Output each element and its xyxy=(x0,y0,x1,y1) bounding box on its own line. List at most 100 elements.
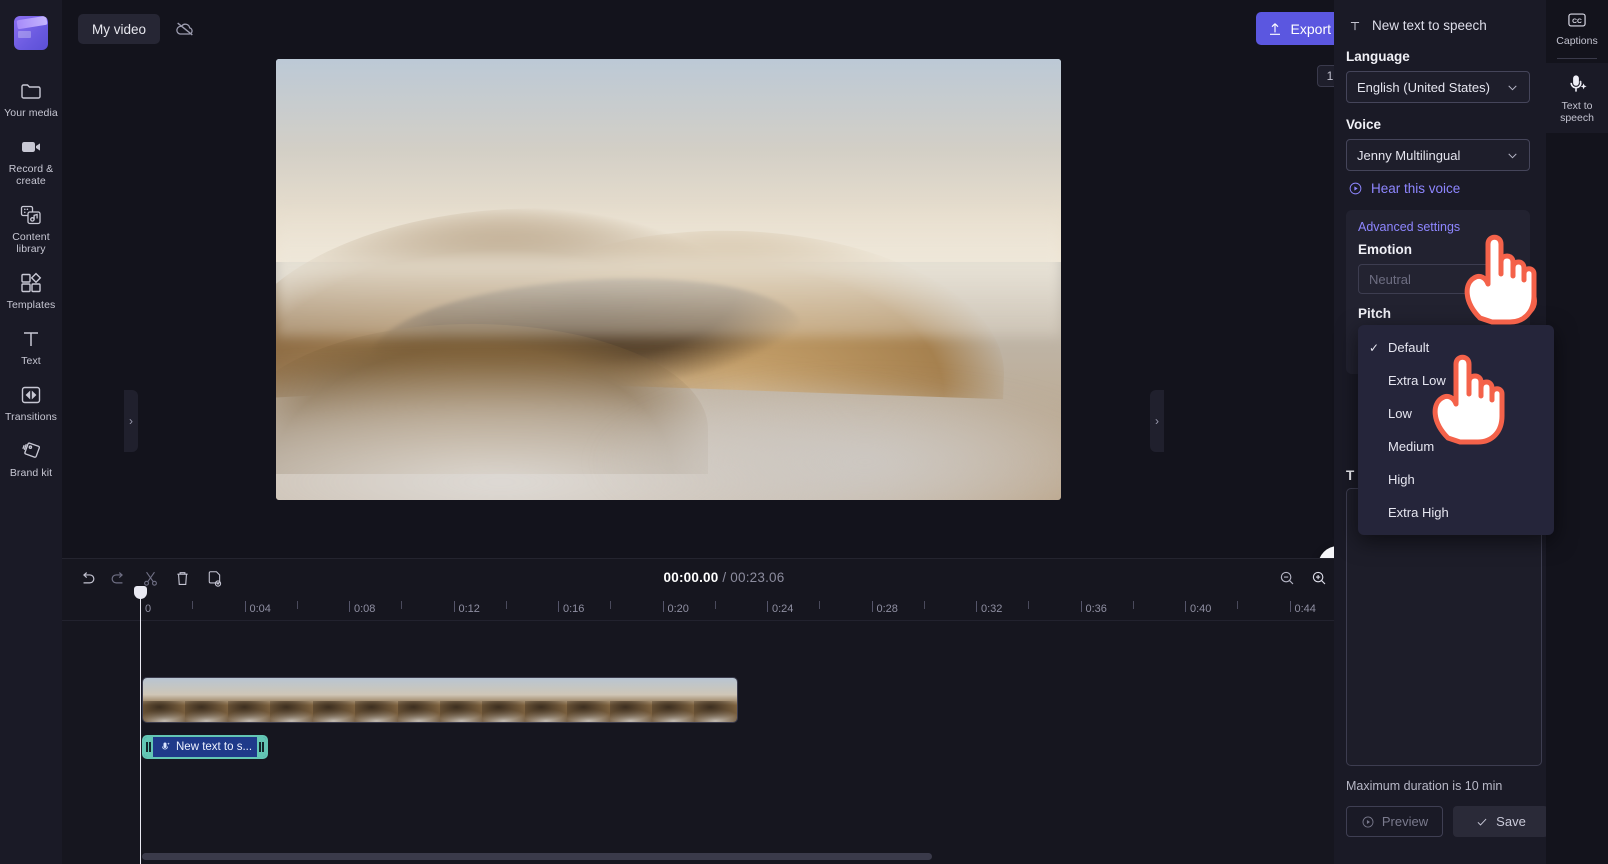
pitch-option[interactable]: High xyxy=(1358,463,1554,496)
clip-trim-handle-right[interactable] xyxy=(257,737,266,757)
sidebar-item-transitions[interactable]: Transitions xyxy=(0,376,62,429)
pitch-option[interactable]: ✓ Default xyxy=(1358,331,1554,364)
video-preview-stage: 16:9 xyxy=(62,57,1386,558)
save-button[interactable]: Save xyxy=(1453,806,1548,837)
timeline-tts-clip[interactable]: New text to s... xyxy=(142,735,268,759)
ruler-tick xyxy=(767,601,768,612)
sidebar-item-text[interactable]: Text xyxy=(0,320,62,373)
ruler-tick-minor xyxy=(505,601,507,609)
clip-label: New text to s... xyxy=(176,741,253,753)
ruler-tick-minor xyxy=(819,601,821,609)
voice-select[interactable]: Jenny Multilingual xyxy=(1346,139,1530,171)
emotion-label: Emotion xyxy=(1358,242,1412,257)
project-name-button[interactable]: My video xyxy=(78,14,161,44)
panel-header: New text to speech xyxy=(1348,18,1530,33)
advanced-settings-link[interactable]: Advanced settings xyxy=(1358,220,1518,234)
ruler-tick xyxy=(349,601,350,612)
text-t-icon xyxy=(1348,19,1362,33)
voice-label: Voice xyxy=(1346,117,1382,132)
hear-this-voice-button[interactable]: Hear this voice xyxy=(1348,181,1530,196)
play-circle-icon xyxy=(1348,181,1363,196)
check-icon: ✓ xyxy=(1368,340,1380,355)
rail-item-label: Text to speech xyxy=(1560,100,1594,124)
ruler-tick xyxy=(1289,601,1291,612)
pitch-option[interactable]: Low xyxy=(1358,397,1554,430)
total-time: 00:23.06 xyxy=(730,570,785,585)
time-separator: / xyxy=(722,570,727,585)
ruler-tick-label: 0:04 xyxy=(249,603,271,615)
sidebar-item-record-create[interactable]: Record & create xyxy=(0,128,62,193)
sidebar-item-label: Text xyxy=(21,355,41,367)
ruler-tick-label: 0:44 xyxy=(1294,603,1316,615)
clip-trim-handle-left[interactable] xyxy=(144,737,153,757)
sidebar-item-your-media[interactable]: Your media xyxy=(0,72,62,125)
save-label: Save xyxy=(1496,814,1526,829)
video-preview[interactable] xyxy=(276,59,1061,500)
language-select[interactable]: English (United States) xyxy=(1346,71,1530,103)
ruler-tick xyxy=(976,601,977,612)
duplicate-button[interactable] xyxy=(201,565,227,591)
ruler-tick-label: 0:20 xyxy=(667,603,689,615)
panel-actions: Preview Save xyxy=(1346,806,1548,837)
redo-button[interactable] xyxy=(105,565,131,591)
video-camera-icon xyxy=(19,135,43,159)
templates-icon xyxy=(19,271,43,295)
ruler-tick xyxy=(244,601,246,612)
ruler-tick xyxy=(453,601,455,612)
sidebar-item-brand-kit[interactable]: Brand kit xyxy=(0,432,62,485)
zoom-in-button[interactable] xyxy=(1306,565,1332,591)
cloud-off-icon[interactable] xyxy=(170,14,200,44)
pitch-dropdown-menu[interactable]: ✓ Default Extra Low Low Medium High Extra High xyxy=(1358,325,1554,535)
export-label: Export xyxy=(1290,20,1331,37)
sidebar-item-label: Transitions xyxy=(4,411,58,423)
left-sidebar: Your media Record & create Content libra… xyxy=(0,0,62,864)
sidebar-item-content-library[interactable]: Content library xyxy=(0,196,62,261)
zoom-out-button[interactable] xyxy=(1274,565,1300,591)
timeline-ruler[interactable]: 0 0:04 0:08 0:12 0:16 0:20 0:24 0:28 0:32 0:36 0:4… xyxy=(62,595,1386,621)
rail-item-captions[interactable]: CC Captions xyxy=(1546,0,1608,56)
ruler-tick-minor xyxy=(610,601,612,609)
rail-divider xyxy=(1557,58,1597,59)
pitch-option[interactable]: Medium xyxy=(1358,430,1554,463)
ruler-tick-minor xyxy=(1237,601,1239,609)
svg-text:CC: CC xyxy=(1572,18,1582,25)
preview-button[interactable]: Preview xyxy=(1346,806,1443,837)
undo-button[interactable] xyxy=(74,565,100,591)
text-t-icon xyxy=(19,327,43,351)
rail-item-label: Captions xyxy=(1556,35,1598,47)
pitch-option-label: Low xyxy=(1388,406,1412,421)
text-to-speech-icon xyxy=(1565,72,1589,96)
language-label: Language xyxy=(1346,49,1410,64)
ruler-tick-label: 0:28 xyxy=(876,603,898,615)
sidebar-item-label: Templates xyxy=(6,299,56,311)
timeline-time-display: 00:00.00 / 00:23.06 xyxy=(664,570,785,585)
text-input-label: T xyxy=(1346,468,1355,483)
pitch-option-label: Extra Low xyxy=(1388,373,1446,388)
ruler-tick-label: 0:32 xyxy=(981,603,1003,615)
ruler-tick xyxy=(662,601,664,612)
advanced-settings-section: Advanced settings Emotion Neutral Pitch … xyxy=(1346,210,1554,535)
delete-button[interactable] xyxy=(169,565,195,591)
pitch-option-label: Medium xyxy=(1388,439,1435,454)
pitch-option-label: Extra High xyxy=(1388,505,1449,520)
folder-icon xyxy=(19,79,43,103)
main-area: My video Export 00:00.00 / 00:23.06 0 0:… xyxy=(62,0,1386,864)
emotion-input[interactable]: Neutral xyxy=(1358,264,1518,294)
pitch-option[interactable]: Extra Low xyxy=(1358,364,1554,397)
ruler-tick-label: 0:08 xyxy=(354,603,376,615)
upload-arrow-icon xyxy=(1267,21,1283,37)
expand-left-panel-button[interactable]: › xyxy=(124,390,138,452)
playhead[interactable] xyxy=(134,586,147,864)
ruler-tick xyxy=(1185,601,1186,612)
annotation-badge-1: 1 xyxy=(1503,284,1537,318)
sidebar-item-label: Record & create xyxy=(8,163,54,187)
pitch-option[interactable]: Extra High xyxy=(1358,496,1554,529)
expand-right-panel-button[interactable]: › xyxy=(1150,390,1164,452)
ruler-tick-minor xyxy=(714,601,716,609)
preview-label: Preview xyxy=(1381,814,1429,829)
rail-item-text-to-speech[interactable]: Text to speech xyxy=(1546,63,1608,133)
timeline-video-clip[interactable] xyxy=(142,677,738,723)
timeline-horizontal-scrollbar[interactable] xyxy=(142,853,932,860)
ruler-tick-minor xyxy=(923,601,925,609)
sidebar-item-templates[interactable]: Templates xyxy=(0,264,62,317)
